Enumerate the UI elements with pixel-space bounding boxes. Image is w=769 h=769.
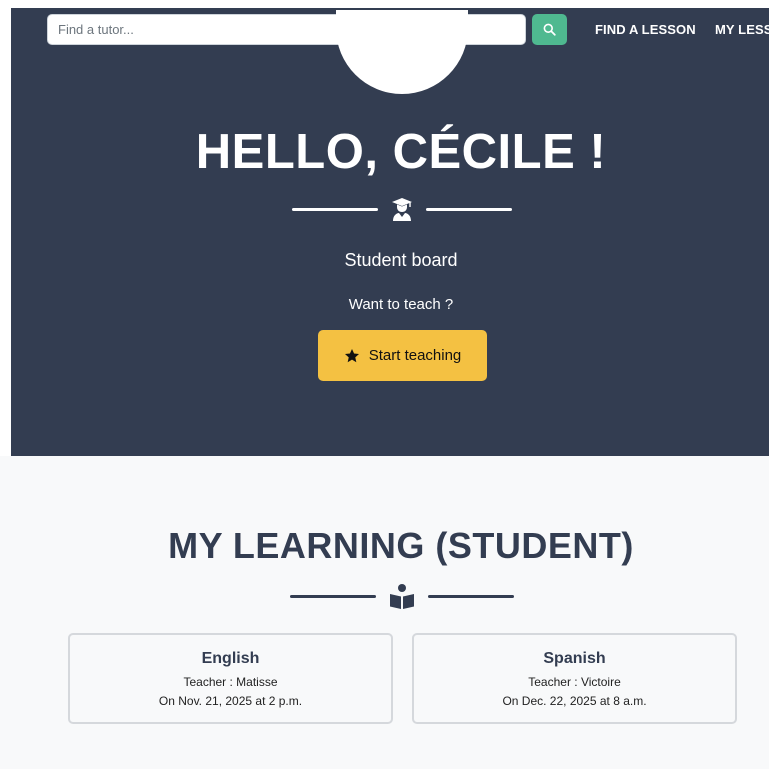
lesson-date: On Nov. 21, 2025 at 2 p.m. [158, 694, 303, 708]
brand-logo-icon[interactable]: ◗ [0, 19, 8, 39]
lesson-date: On Dec. 22, 2025 at 8 a.m. [502, 694, 647, 708]
graduate-icon [391, 197, 413, 221]
divider-line [426, 207, 512, 211]
star-icon [344, 348, 360, 364]
book-reader-icon [389, 583, 415, 609]
search-button[interactable] [532, 14, 567, 45]
lesson-card[interactable]: English Teacher : Matisse On Nov. 21, 20… [68, 633, 393, 724]
start-teaching-button[interactable]: Start teaching [318, 330, 487, 381]
learning-section-title: MY LEARNING (STUDENT) [168, 525, 634, 566]
lesson-language: Spanish [543, 650, 606, 667]
greeting-title: HELLO, CÉCILE ! [195, 125, 607, 179]
nav-link-my-lessons[interactable]: MY LESSONS [715, 22, 769, 37]
teach-prompt: Want to teach ? [348, 296, 454, 313]
divider-line [290, 594, 376, 598]
search-icon [543, 23, 556, 36]
left-strip [0, 0, 11, 456]
start-teaching-label: Start teaching [368, 347, 462, 364]
lesson-language: English [201, 650, 260, 667]
hero-divider [291, 196, 513, 222]
lesson-teacher: Teacher : Matisse [183, 675, 278, 689]
lesson-card[interactable]: Spanish Teacher : Victoire On Dec. 22, 2… [412, 633, 737, 724]
top-strip [0, 0, 769, 8]
lesson-teacher: Teacher : Victoire [528, 675, 621, 689]
divider-line [428, 594, 514, 598]
role-subtitle: Student board [344, 250, 458, 270]
nav-link-find-lesson[interactable]: FIND A LESSON [595, 22, 696, 37]
learning-divider [290, 582, 514, 610]
divider-line [292, 207, 378, 211]
